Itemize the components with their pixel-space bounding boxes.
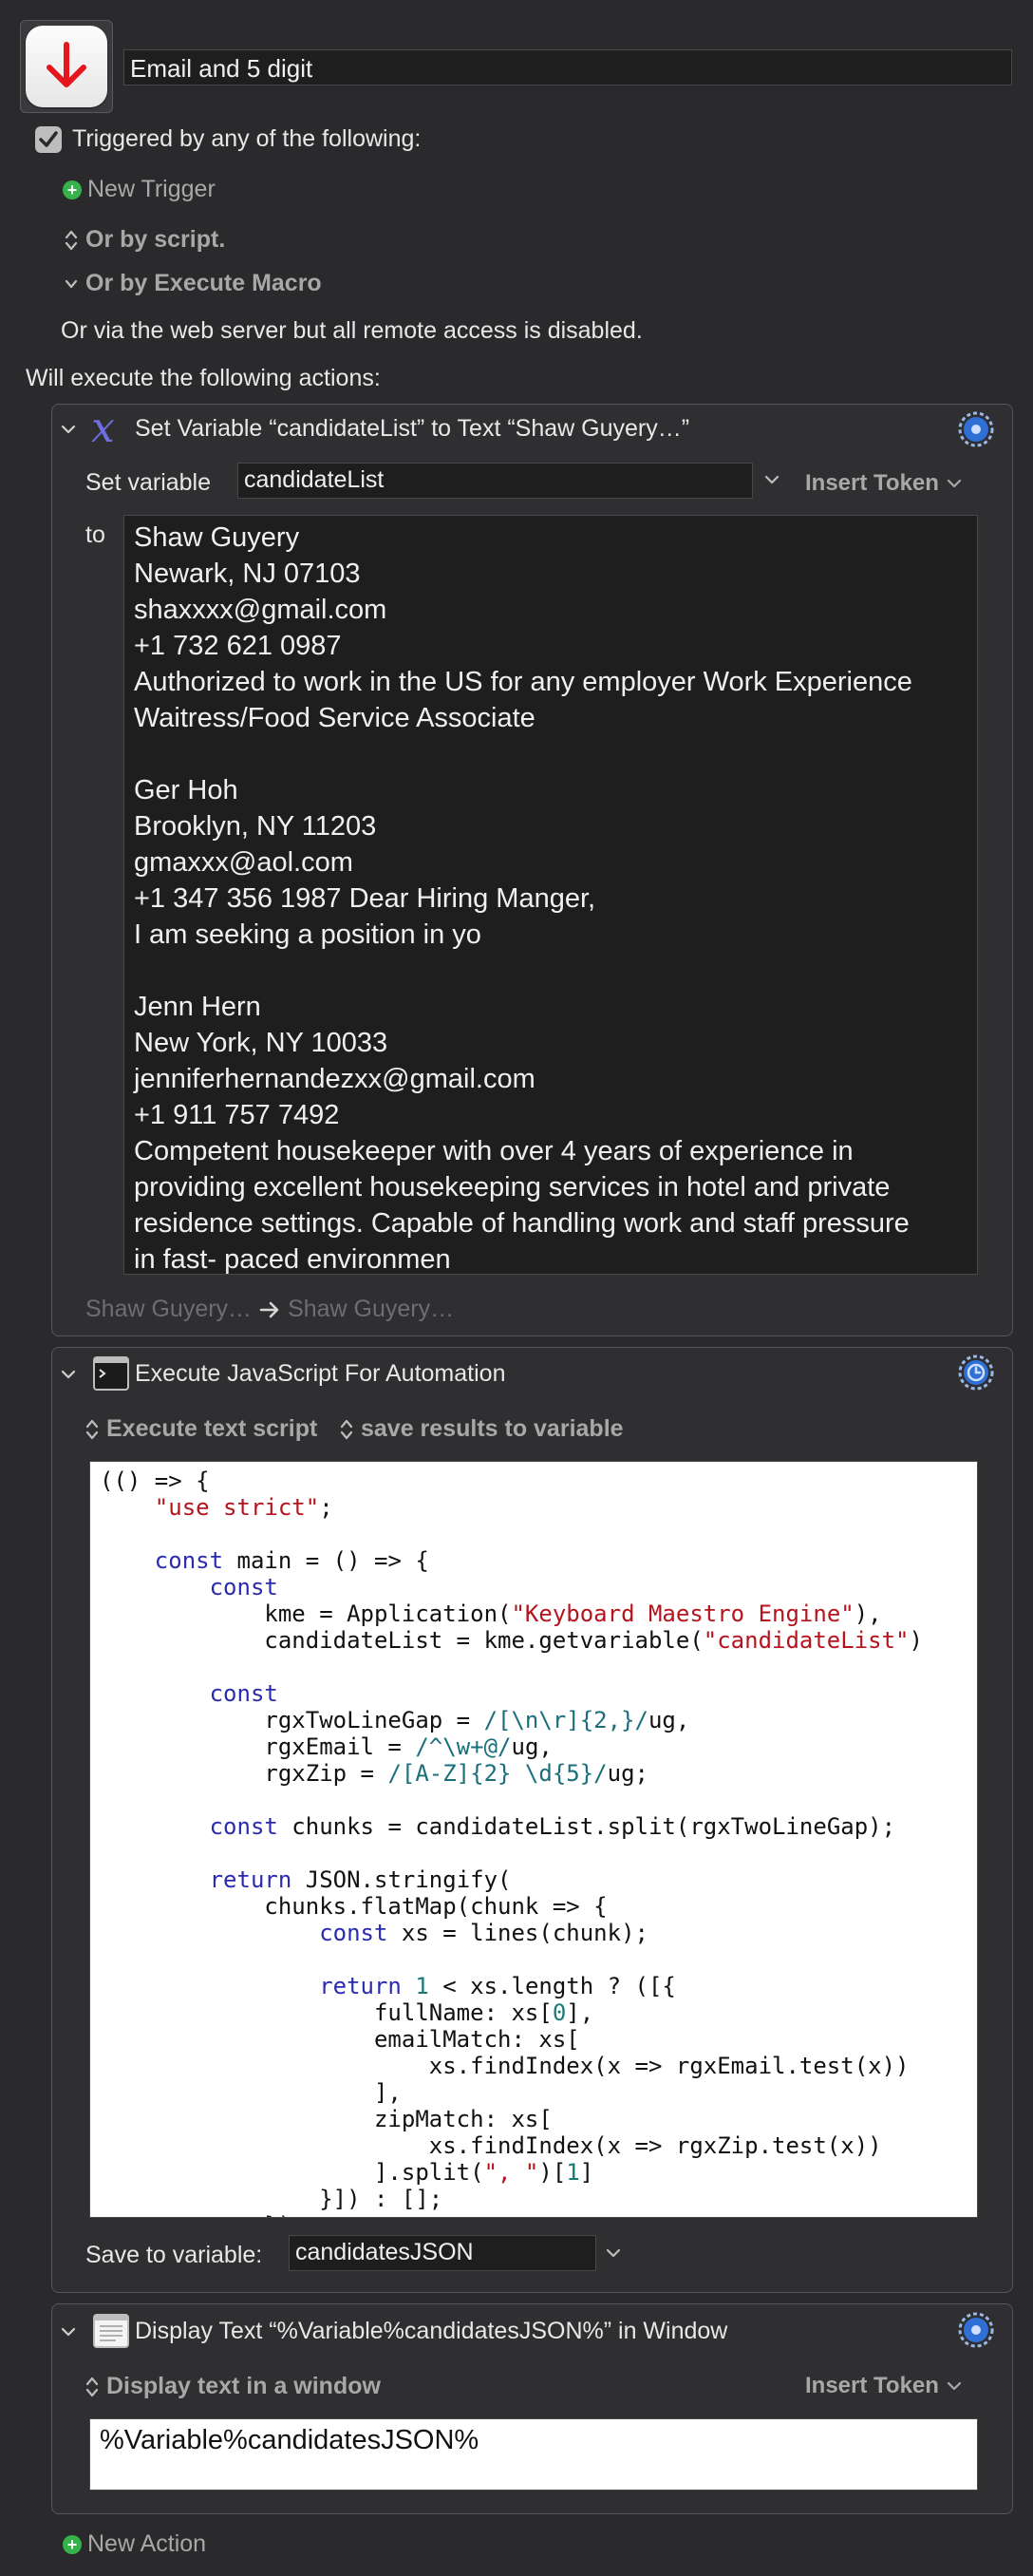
- gear-icon[interactable]: [958, 2312, 994, 2348]
- timed-gear-icon[interactable]: [958, 1354, 994, 1391]
- chevron-down-icon: [947, 2381, 962, 2391]
- output-mode-label: save results to variable: [361, 1415, 624, 1442]
- macro-icon-well[interactable]: [20, 20, 113, 113]
- or-by-execute-macro-label: Or by Execute Macro: [85, 270, 322, 296]
- display-text-field[interactable]: %Variable%candidatesJSON%: [89, 2418, 978, 2491]
- set-variable-label: Set variable: [85, 469, 212, 496]
- set-variable-title: Set Variable “candidateList” to Text “Sh…: [135, 415, 690, 442]
- execute-mode-label: Execute text script: [106, 1415, 318, 1442]
- display-mode-label: Display text in a window: [106, 2373, 381, 2399]
- insert-token-label: Insert Token: [805, 2373, 939, 2398]
- variable-dropdown-chevron-icon[interactable]: [764, 473, 779, 486]
- checkmark-icon: [39, 131, 58, 147]
- display-mode-popup[interactable]: Display text in a window: [85, 2373, 381, 2400]
- will-execute-label: Will execute the following actions:: [26, 365, 381, 391]
- triggers-label: Triggered by any of the following:: [72, 125, 422, 152]
- or-by-script-toggle[interactable]: Or by script.: [65, 226, 225, 254]
- text-window-icon: [93, 2314, 129, 2348]
- new-trigger-label: New Trigger: [87, 176, 216, 202]
- variable-x-icon: 𝑥: [91, 404, 115, 452]
- save-to-variable-label: Save to variable:: [85, 2242, 263, 2268]
- display-text-title: Display Text “%Variable%candidatesJSON%”…: [135, 2318, 728, 2344]
- insert-token-label: Insert Token: [805, 470, 939, 496]
- insert-token-button[interactable]: Insert Token: [805, 470, 962, 497]
- or-by-execute-macro-toggle[interactable]: Or by Execute Macro: [65, 270, 322, 297]
- preview-line: Shaw Guyery… Shaw Guyery…: [85, 1296, 454, 1323]
- macro-name-field[interactable]: Email and 5 digit: [123, 49, 1012, 85]
- up-down-chevron-icon: [340, 1419, 353, 1439]
- collapse-chevron-icon[interactable]: [61, 422, 76, 437]
- terminal-window-icon: [93, 1356, 129, 1391]
- plus-icon: +: [63, 180, 82, 199]
- preview-to: Shaw Guyery…: [288, 1296, 455, 1322]
- variable-text-area[interactable]: Shaw Guyery Newark, NJ 07103 shaxxxx@gma…: [123, 515, 978, 1275]
- output-mode-popup[interactable]: save results to variable: [340, 1415, 624, 1443]
- collapse-chevron-icon[interactable]: [61, 2324, 76, 2339]
- variable-name-field[interactable]: candidateList: [237, 463, 753, 499]
- plus-icon: +: [63, 2534, 82, 2554]
- right-arrow-icon: [259, 1301, 279, 1317]
- collapse-chevron-icon[interactable]: [61, 1367, 76, 1382]
- save-to-variable-field[interactable]: candidatesJSON: [289, 2235, 596, 2271]
- variable-dropdown-chevron-icon[interactable]: [606, 2246, 621, 2260]
- web-server-note: Or via the web server but all remote acc…: [61, 317, 643, 344]
- new-action-button[interactable]: + New Action: [63, 2530, 206, 2558]
- up-down-chevron-icon: [85, 1419, 99, 1439]
- preview-from: Shaw Guyery…: [85, 1296, 253, 1322]
- up-down-chevron-icon: [85, 2377, 99, 2396]
- chevron-down-icon: [65, 279, 78, 288]
- new-action-label: New Action: [87, 2530, 207, 2557]
- up-down-chevron-icon: [65, 230, 78, 250]
- chevron-down-icon: [947, 479, 962, 488]
- triggers-checkbox[interactable]: [35, 126, 62, 153]
- new-trigger-button[interactable]: + New Trigger: [63, 176, 216, 203]
- or-by-script-label: Or by script.: [85, 226, 226, 253]
- script-editor[interactable]: (() => { "use strict"; const main = () =…: [89, 1461, 978, 2218]
- insert-token-button[interactable]: Insert Token: [805, 2373, 962, 2399]
- execute-jxa-title: Execute JavaScript For Automation: [135, 1360, 506, 1387]
- gear-icon[interactable]: [958, 411, 994, 447]
- down-arrow-icon: [26, 26, 107, 107]
- to-label: to: [85, 521, 105, 548]
- execute-mode-popup[interactable]: Execute text script: [85, 1415, 317, 1443]
